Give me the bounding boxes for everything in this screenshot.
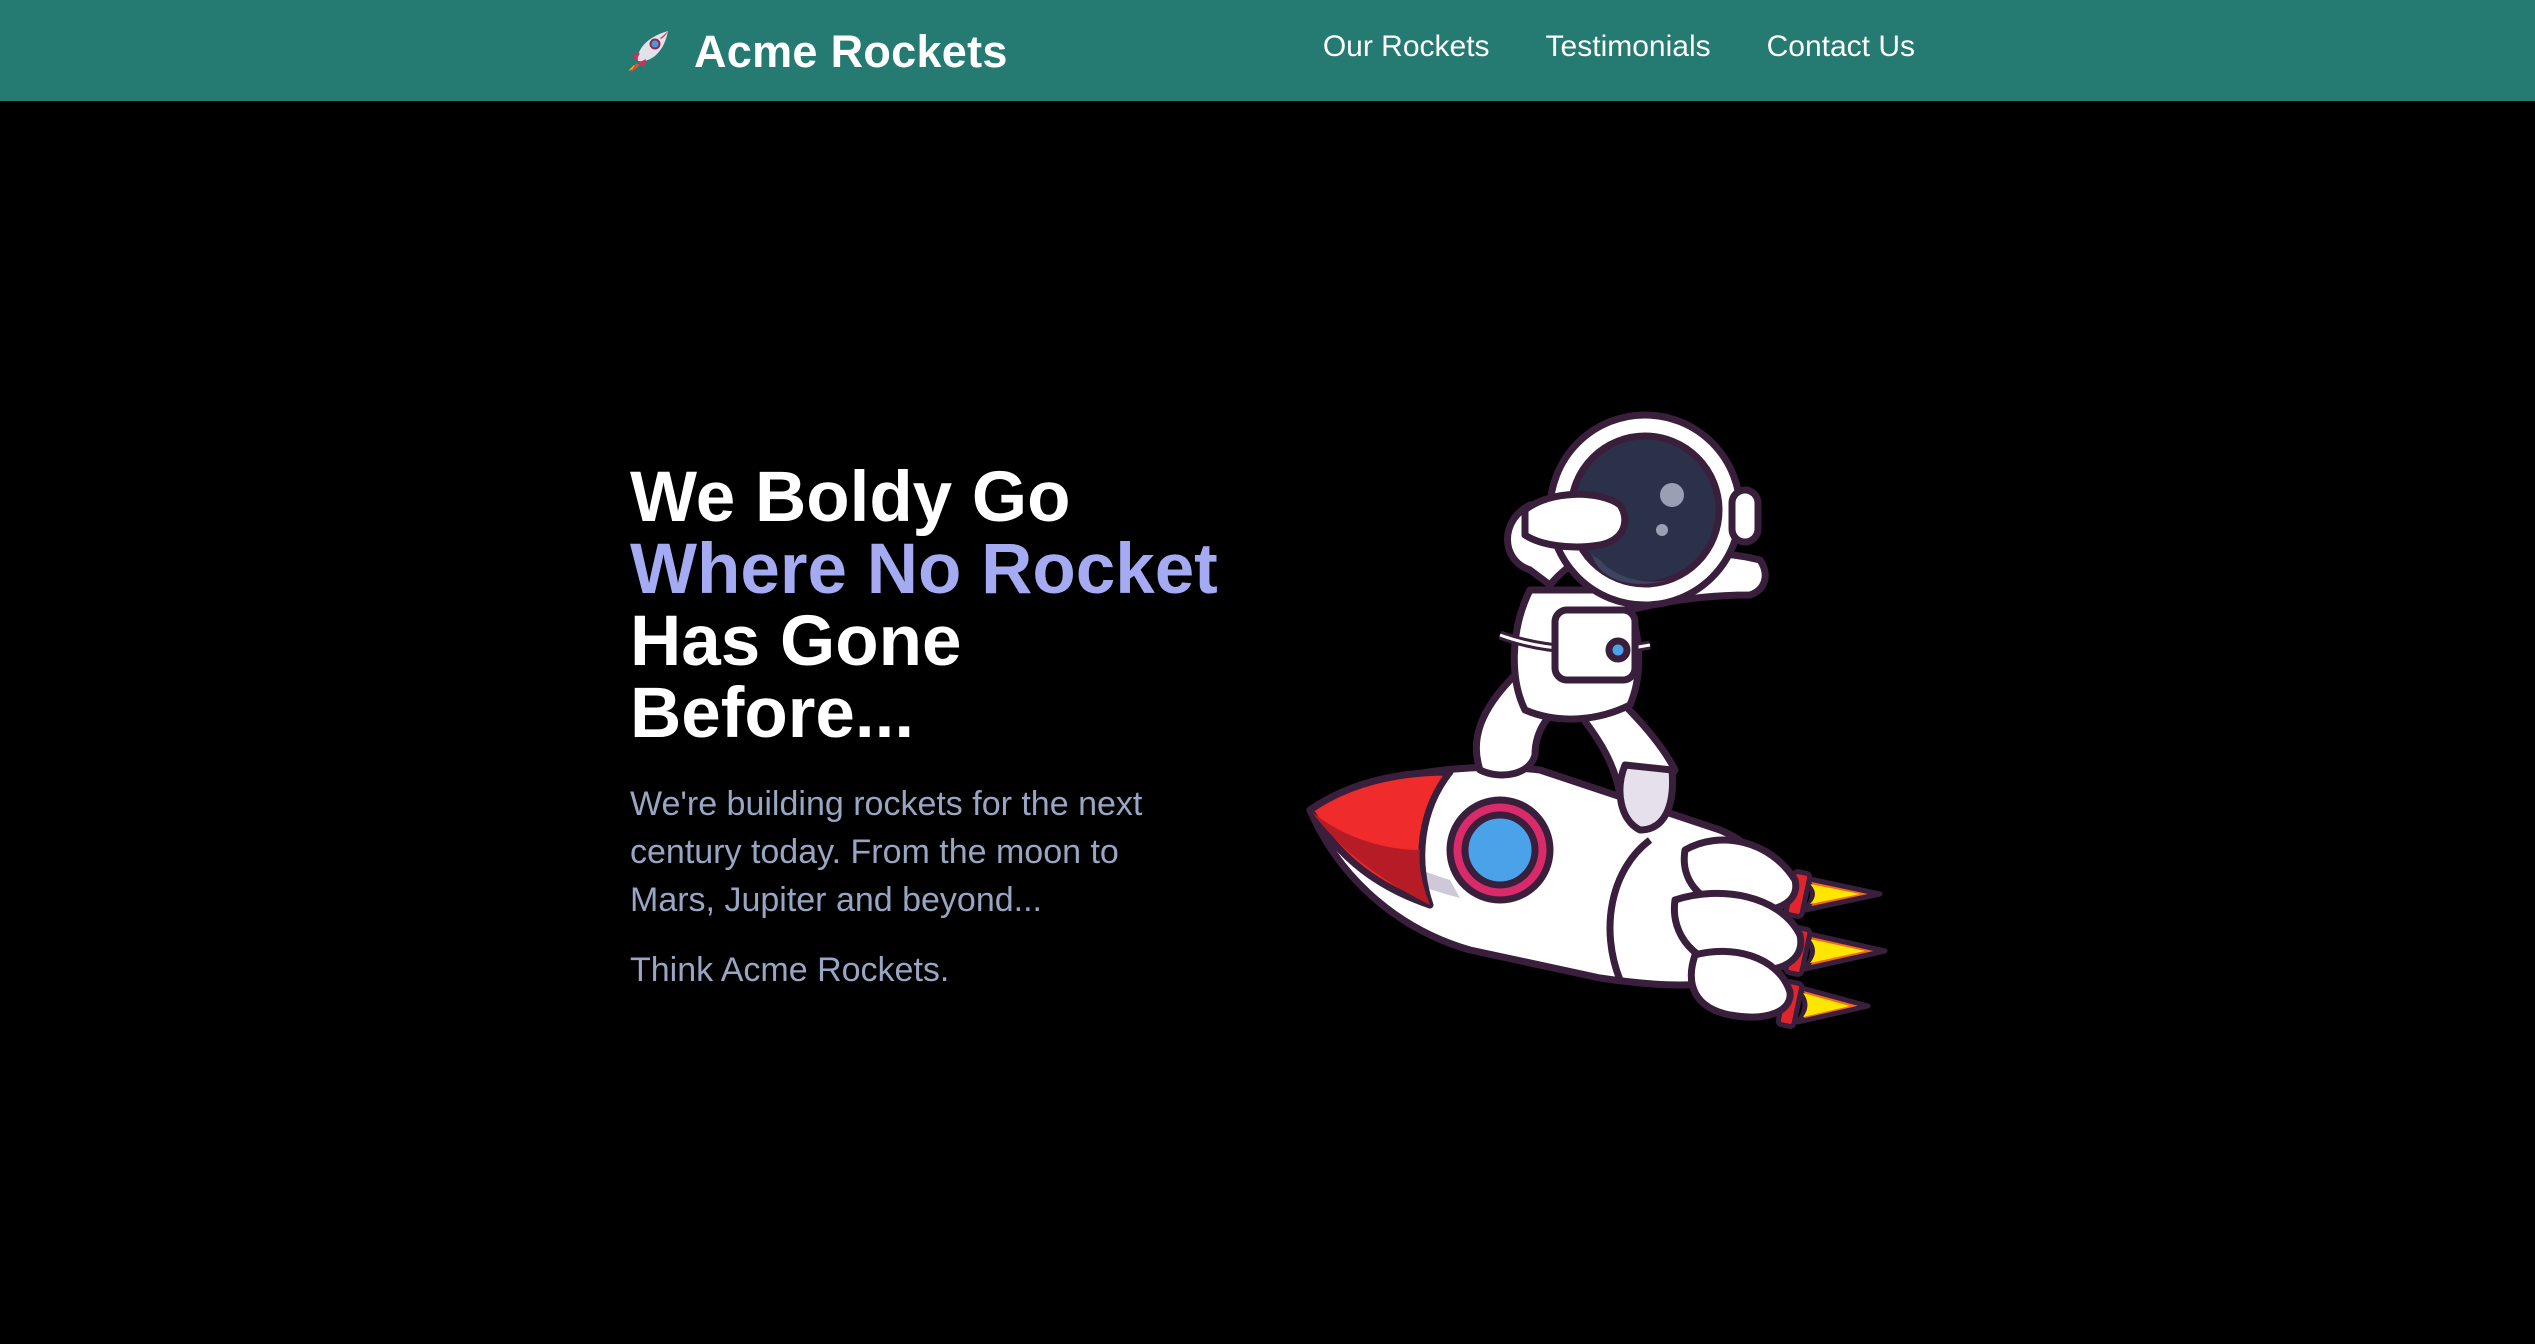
hero-tagline: Think Acme Rockets. <box>630 951 950 989</box>
astronaut-on-rocket-illustration <box>1300 410 1900 1040</box>
brand-logo-link[interactable]: Acme Rockets <box>624 22 1008 82</box>
rocket-flames <box>1795 875 1888 1025</box>
brand-name: Acme Rockets <box>694 26 1008 77</box>
main-nav: Our Rockets Testimonials Contact Us <box>1323 30 1915 64</box>
hero-heading-highlight: Where No Rocket <box>630 530 1218 609</box>
hero-heading-line-4: Before... <box>630 674 915 753</box>
nav-link-our-rockets[interactable]: Our Rockets <box>1323 30 1490 64</box>
hero-heading-line-3: Has Gone <box>630 602 962 681</box>
hero-paragraph: We're building rockets for the next cent… <box>630 785 1143 919</box>
site-header: Acme Rockets Our Rockets Testimonials Co… <box>0 0 2535 101</box>
hero-heading-line-1: We Boldy Go <box>630 458 1071 537</box>
hero-heading: We Boldy Go Where No Rocket Has Gone Bef… <box>630 462 1250 750</box>
nav-link-testimonials[interactable]: Testimonials <box>1546 30 1711 64</box>
nav-link-contact-us[interactable]: Contact Us <box>1767 30 1915 64</box>
hero-section: We Boldy Go Where No Rocket Has Gone Bef… <box>630 462 1250 994</box>
rocket-icon <box>624 25 674 80</box>
